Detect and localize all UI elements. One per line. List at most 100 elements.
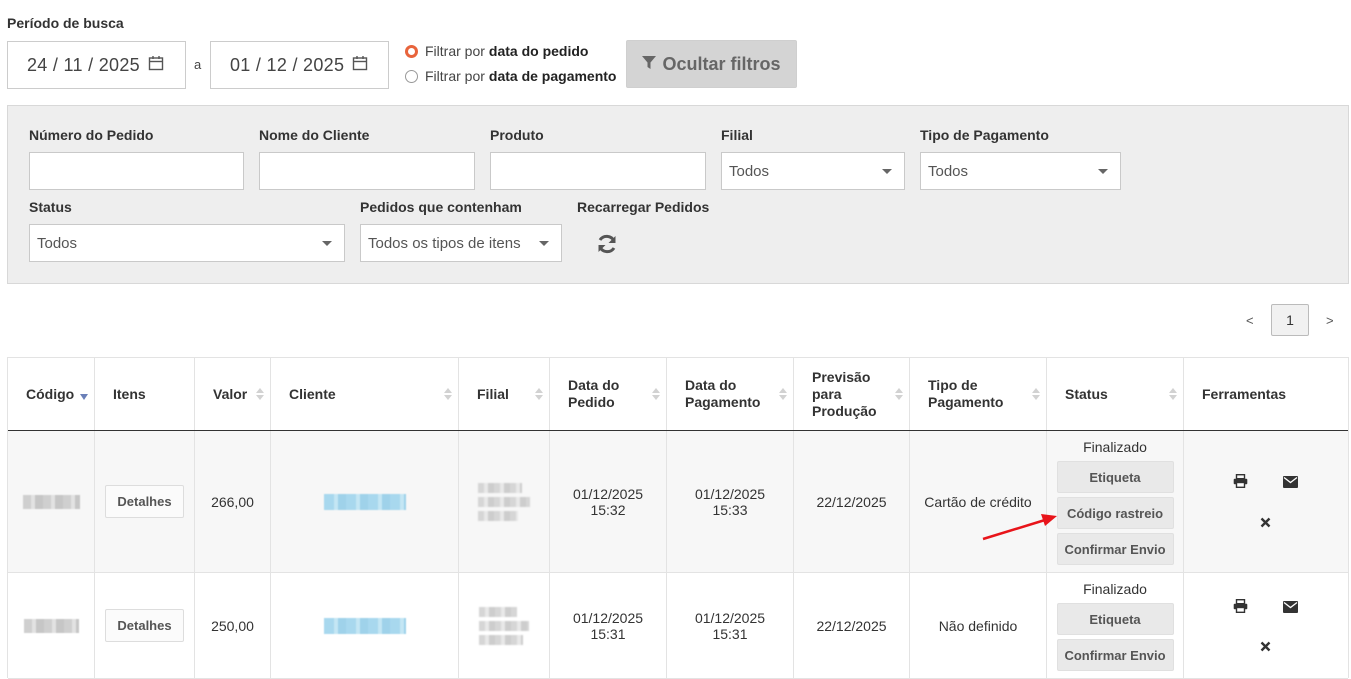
- header-code-label: Código: [26, 386, 75, 402]
- payment-type-select[interactable]: Todos: [920, 152, 1121, 190]
- product-input[interactable]: [490, 152, 706, 190]
- cell-client: [271, 431, 459, 572]
- radio-order-prefix: Filtrar por: [425, 43, 485, 59]
- branch-select-value: Todos: [729, 162, 770, 180]
- header-payment-type-label: Tipo de Pagamento: [928, 377, 1004, 410]
- branch-label: Filial: [721, 127, 753, 143]
- header-forecast-label: Previsão para Produção: [812, 368, 877, 419]
- label-button[interactable]: Etiqueta: [1056, 603, 1174, 635]
- cell-order-date: 01/12/2025 15:31: [550, 573, 667, 678]
- cell-tools: [1184, 573, 1348, 678]
- close-icon[interactable]: [1260, 639, 1271, 655]
- pagination-next[interactable]: >: [1326, 313, 1334, 328]
- reload-label: Recarregar Pedidos: [577, 199, 710, 215]
- order-time-value: 15:32: [590, 501, 626, 518]
- client-name-input[interactable]: [259, 152, 475, 190]
- print-icon[interactable]: [1233, 598, 1248, 616]
- cell-items: Detalhes: [95, 431, 195, 572]
- sort-icon: [652, 388, 660, 400]
- column-header-branch[interactable]: Filial: [459, 358, 550, 430]
- radio-button[interactable]: [405, 69, 418, 83]
- column-header-value[interactable]: Valor: [195, 358, 271, 430]
- redacted-code: [22, 494, 80, 509]
- header-tools-label: Ferramentas: [1202, 386, 1287, 402]
- cell-tools: [1184, 431, 1348, 572]
- label-button[interactable]: Etiqueta: [1056, 461, 1174, 493]
- order-number-input[interactable]: [29, 152, 244, 190]
- sort-desc-icon: [80, 394, 88, 400]
- cell-forecast: 22/12/2025: [794, 431, 910, 572]
- status-text: Finalizado: [1083, 581, 1147, 597]
- details-button[interactable]: Detalhes: [105, 485, 184, 518]
- pagination-current-page[interactable]: 1: [1271, 304, 1309, 336]
- payment-type-label: Tipo de Pagamento: [920, 127, 1049, 143]
- column-header-code[interactable]: Código: [8, 358, 95, 430]
- status-label: Status: [29, 199, 72, 215]
- column-header-payment-type[interactable]: Tipo de Pagamento: [910, 358, 1047, 430]
- cell-value: 266,00: [195, 431, 271, 572]
- radio-filter-payment-date[interactable]: Filtrar por data de pagamento: [405, 68, 617, 84]
- redacted-branch: [478, 482, 530, 521]
- date-from-input[interactable]: 24 / 11 / 2025: [7, 41, 186, 89]
- table-row: Detalhes 266,00 01/12/2025 15:32 01/12/2…: [8, 431, 1348, 573]
- date-to-value: 01 / 12 / 2025: [230, 54, 345, 75]
- chevron-down-icon: [1098, 168, 1108, 174]
- cell-branch: [459, 431, 550, 572]
- radio-button-checked[interactable]: [405, 44, 418, 58]
- header-order-date-label: Data do Pedido: [568, 377, 620, 410]
- order-time-value: 15:31: [590, 625, 626, 642]
- branch-select[interactable]: Todos: [721, 152, 905, 190]
- calendar-icon[interactable]: [148, 55, 164, 76]
- cell-payment-date: 01/12/2025 15:31: [667, 573, 794, 678]
- column-header-payment-date[interactable]: Data do Pagamento: [667, 358, 794, 430]
- client-name-label: Nome do Cliente: [259, 127, 370, 143]
- cell-client: [271, 573, 459, 678]
- tracking-code-button[interactable]: Código rastreio: [1056, 497, 1174, 529]
- cell-items: Detalhes: [95, 573, 195, 678]
- redacted-client-link[interactable]: [323, 493, 406, 510]
- orders-table: Código Itens Valor Cliente Filial Data d…: [7, 357, 1349, 679]
- confirm-shipment-button[interactable]: Confirmar Envio: [1056, 639, 1174, 671]
- radio-payment-prefix: Filtrar por: [425, 68, 485, 84]
- column-header-client[interactable]: Cliente: [271, 358, 459, 430]
- order-date-value: 01/12/2025: [572, 485, 644, 502]
- redacted-code: [23, 618, 79, 633]
- close-icon[interactable]: [1260, 515, 1271, 531]
- sort-icon: [256, 388, 264, 400]
- sort-icon: [895, 388, 903, 400]
- hide-filters-label: Ocultar filtros: [662, 53, 781, 74]
- refresh-icon[interactable]: [596, 233, 618, 258]
- sort-icon: [444, 388, 452, 400]
- payment-date-value: 01/12/2025: [694, 485, 766, 502]
- calendar-icon[interactable]: [352, 55, 368, 76]
- cell-value: 250,00: [195, 573, 271, 678]
- hide-filters-button[interactable]: Ocultar filtros: [626, 40, 797, 88]
- contains-select[interactable]: Todos os tipos de itens: [360, 224, 562, 262]
- details-button[interactable]: Detalhes: [105, 609, 184, 642]
- radio-filter-order-date[interactable]: Filtrar por data do pedido: [405, 43, 588, 59]
- header-items-label: Itens: [113, 386, 146, 402]
- order-number-label: Número do Pedido: [29, 127, 154, 143]
- header-status-label: Status: [1065, 386, 1108, 402]
- envelope-icon[interactable]: [1283, 600, 1298, 616]
- table-header: Código Itens Valor Cliente Filial Data d…: [8, 358, 1348, 431]
- product-label: Produto: [490, 127, 544, 143]
- radio-payment-bold: data de pagamento: [488, 68, 617, 84]
- column-header-order-date[interactable]: Data do Pedido: [550, 358, 667, 430]
- redacted-client-link[interactable]: [323, 617, 406, 634]
- redacted-branch: [479, 606, 529, 645]
- envelope-icon[interactable]: [1283, 475, 1298, 491]
- date-to-input[interactable]: 01 / 12 / 2025: [210, 41, 389, 89]
- column-header-forecast[interactable]: Previsão para Produção: [794, 358, 910, 430]
- column-header-status[interactable]: Status: [1047, 358, 1184, 430]
- annotation-arrow: [982, 514, 1057, 541]
- print-icon[interactable]: [1233, 473, 1248, 491]
- chevron-down-icon: [539, 240, 549, 246]
- cell-status: Finalizado Etiqueta Código rastreio Conf…: [1047, 431, 1184, 572]
- confirm-shipment-button[interactable]: Confirmar Envio: [1056, 533, 1174, 565]
- pagination-prev[interactable]: <: [1246, 313, 1254, 328]
- cell-code: [8, 573, 95, 678]
- date-separator: a: [194, 57, 202, 72]
- status-text: Finalizado: [1083, 439, 1147, 455]
- status-select[interactable]: Todos: [29, 224, 345, 262]
